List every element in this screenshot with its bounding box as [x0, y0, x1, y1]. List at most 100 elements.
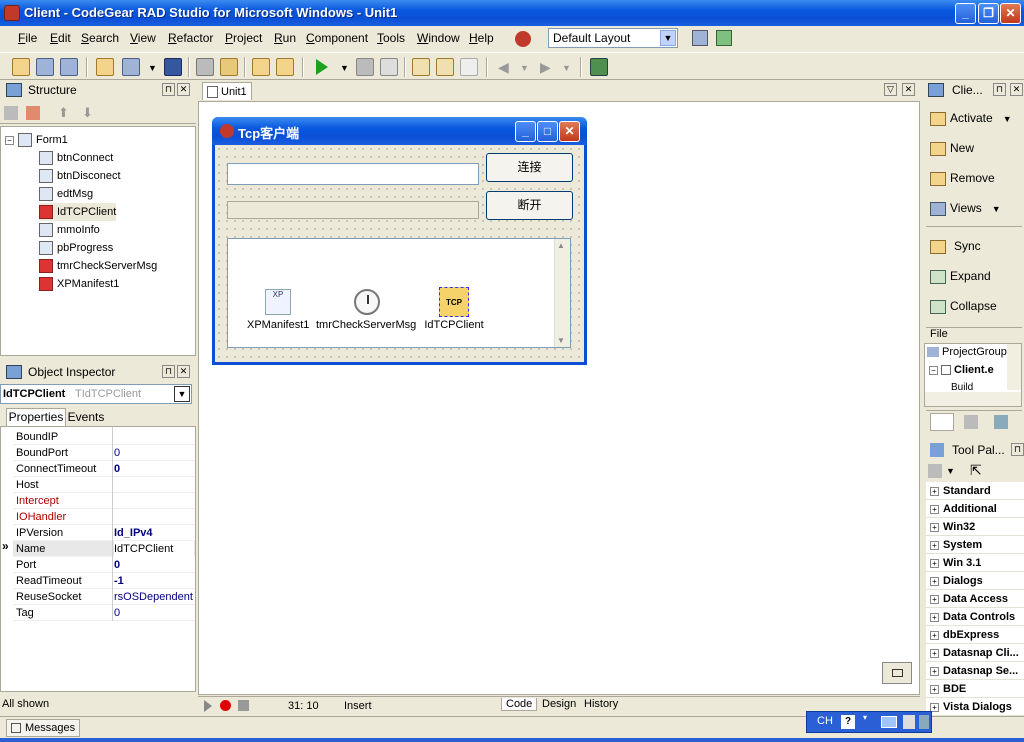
property-value[interactable]: -1: [114, 573, 194, 589]
tree-item[interactable]: mmoInfo: [39, 221, 100, 239]
pin-icon[interactable]: ⊓: [993, 83, 1006, 96]
menu-help[interactable]: Help: [469, 31, 494, 45]
remove-file-icon[interactable]: [276, 58, 294, 76]
menu-project[interactable]: Project: [225, 31, 262, 45]
palette-category[interactable]: + Data Controls: [926, 608, 1024, 626]
tree-item[interactable]: tmrCheckServerMsg: [39, 257, 157, 275]
palette-category[interactable]: + System: [926, 536, 1024, 554]
connect-button[interactable]: 连接: [486, 153, 573, 182]
tab-code[interactable]: Code: [501, 698, 538, 711]
save-all-icon[interactable]: [60, 58, 78, 76]
delete-icon[interactable]: [26, 106, 40, 120]
menu-search[interactable]: Search: [81, 31, 119, 45]
chevron-down-icon[interactable]: ▾: [863, 713, 867, 722]
close-button[interactable]: ✕: [1000, 3, 1021, 24]
collapse-icon[interactable]: −: [929, 365, 938, 375]
menu-component[interactable]: Component: [306, 31, 368, 45]
save-desktop-icon[interactable]: [692, 30, 708, 46]
messages-tab[interactable]: Messages: [6, 719, 80, 737]
xpmanifest-comp-icon[interactable]: XP: [265, 289, 291, 315]
timer-comp-icon[interactable]: [354, 289, 380, 315]
menu-refactor[interactable]: Refactor: [168, 31, 213, 45]
model-view-tab-icon[interactable]: [964, 415, 978, 429]
restore-button[interactable]: ❐: [978, 3, 999, 24]
designer-form[interactable]: Tcp客户端 _ □ ✕ 连接 断开 ▲ ▼ XP XPManifest1 tm…: [212, 117, 587, 365]
close-icon[interactable]: ✕: [177, 83, 190, 96]
palette-category[interactable]: + Standard: [926, 482, 1024, 500]
play-macro-icon[interactable]: [204, 700, 212, 712]
step-out-icon[interactable]: [460, 58, 478, 76]
property-row[interactable]: Port 0: [13, 557, 195, 573]
tab-history[interactable]: History: [580, 698, 622, 710]
disconnect-button[interactable]: 断开: [486, 191, 573, 220]
property-row[interactable]: ReuseSocket rsOSDependent: [13, 589, 195, 605]
scroll-down-icon[interactable]: ▼: [557, 336, 565, 345]
back-dropdown-icon[interactable]: ▼: [520, 63, 529, 73]
toggle-form-unit-icon[interactable]: [196, 58, 214, 76]
property-value[interactable]: 0: [114, 461, 194, 477]
sync-button[interactable]: Sync: [930, 235, 981, 257]
activate-button[interactable]: Activate ▼: [930, 107, 1012, 129]
pin-icon[interactable]: ⊓: [162, 83, 175, 96]
tree-item[interactable]: edtMsg: [39, 185, 93, 203]
form-close-button[interactable]: ✕: [559, 121, 580, 142]
close-icon[interactable]: ✕: [1010, 83, 1023, 96]
remove-button[interactable]: Remove: [930, 167, 995, 189]
pointer-icon[interactable]: ⇱: [970, 462, 982, 479]
tab-unit1[interactable]: Unit1: [202, 82, 252, 100]
move-up-icon[interactable]: ⬆: [58, 105, 69, 121]
views-button[interactable]: Views ▼: [930, 197, 1001, 219]
tab-events[interactable]: Events: [66, 409, 106, 426]
minimize-button[interactable]: _: [955, 3, 976, 24]
help-icon[interactable]: ?: [841, 715, 855, 729]
menu-file[interactable]: File: [18, 31, 37, 45]
menu-edit[interactable]: Edit: [50, 31, 71, 45]
design-guide-button[interactable]: [882, 662, 912, 684]
chevron-down-icon[interactable]: ▼: [946, 466, 955, 476]
palette-category[interactable]: + Data Access: [926, 590, 1024, 608]
property-row[interactable]: BoundIP: [13, 429, 195, 445]
helmet-icon[interactable]: [515, 31, 531, 47]
menu-run[interactable]: Run: [274, 31, 296, 45]
palette-category[interactable]: + Win 3.1: [926, 554, 1024, 572]
property-row[interactable]: BoundPort 0: [13, 445, 195, 461]
property-row[interactable]: IPVersion Id_IPv4: [13, 525, 195, 541]
property-row[interactable]: Tag 0: [13, 605, 195, 621]
new-folder-icon[interactable]: [4, 106, 18, 120]
trace-into-icon[interactable]: [412, 58, 430, 76]
step-over-icon[interactable]: [436, 58, 454, 76]
property-row-selected[interactable]: Name IdTCPClient: [13, 541, 195, 557]
menu-window[interactable]: Window: [417, 31, 460, 45]
wrench-icon[interactable]: [919, 715, 929, 729]
add-file-icon[interactable]: [252, 58, 270, 76]
palette-category[interactable]: + Win32: [926, 518, 1024, 536]
back-arrow-icon[interactable]: ◀: [498, 59, 509, 76]
property-value[interactable]: Id_IPv4: [114, 525, 194, 541]
property-row[interactable]: Host: [13, 477, 195, 493]
message-input[interactable]: [227, 163, 479, 185]
vertical-scrollbar[interactable]: ▲ ▼: [554, 239, 570, 347]
view-unit-icon[interactable]: [220, 58, 238, 76]
palette-category[interactable]: + Additional: [926, 500, 1024, 518]
new-items-icon[interactable]: [12, 58, 30, 76]
palette-category[interactable]: + dbExpress: [926, 626, 1024, 644]
move-down-icon[interactable]: ⬇: [82, 105, 93, 121]
ime-language-bar[interactable]: CH ? ▾: [806, 711, 932, 733]
tab-properties[interactable]: Properties: [6, 408, 66, 426]
set-debug-desktop-icon[interactable]: [716, 30, 732, 46]
project-tree-hscrollbar[interactable]: [925, 392, 1021, 406]
new-form-icon[interactable]: [96, 58, 114, 76]
property-row[interactable]: Intercept: [13, 493, 195, 509]
project-tree-scrollbar[interactable]: [1007, 344, 1021, 390]
palette-category[interactable]: + Datasnap Cli...: [926, 644, 1024, 662]
scroll-up-icon[interactable]: ▲: [557, 241, 565, 250]
dropdown-arrow-icon[interactable]: ▼: [148, 63, 157, 73]
property-row[interactable]: ReadTimeout -1: [13, 573, 195, 589]
project-manager-tab[interactable]: [930, 413, 954, 431]
help-book-icon[interactable]: [590, 58, 608, 76]
tree-item[interactable]: btnConnect: [39, 149, 113, 167]
layout-select[interactable]: Default Layout ▼: [548, 28, 678, 48]
categories-icon[interactable]: [928, 464, 942, 478]
palette-category[interactable]: + Dialogs: [926, 572, 1024, 590]
tree-root[interactable]: − Form1: [5, 131, 68, 149]
